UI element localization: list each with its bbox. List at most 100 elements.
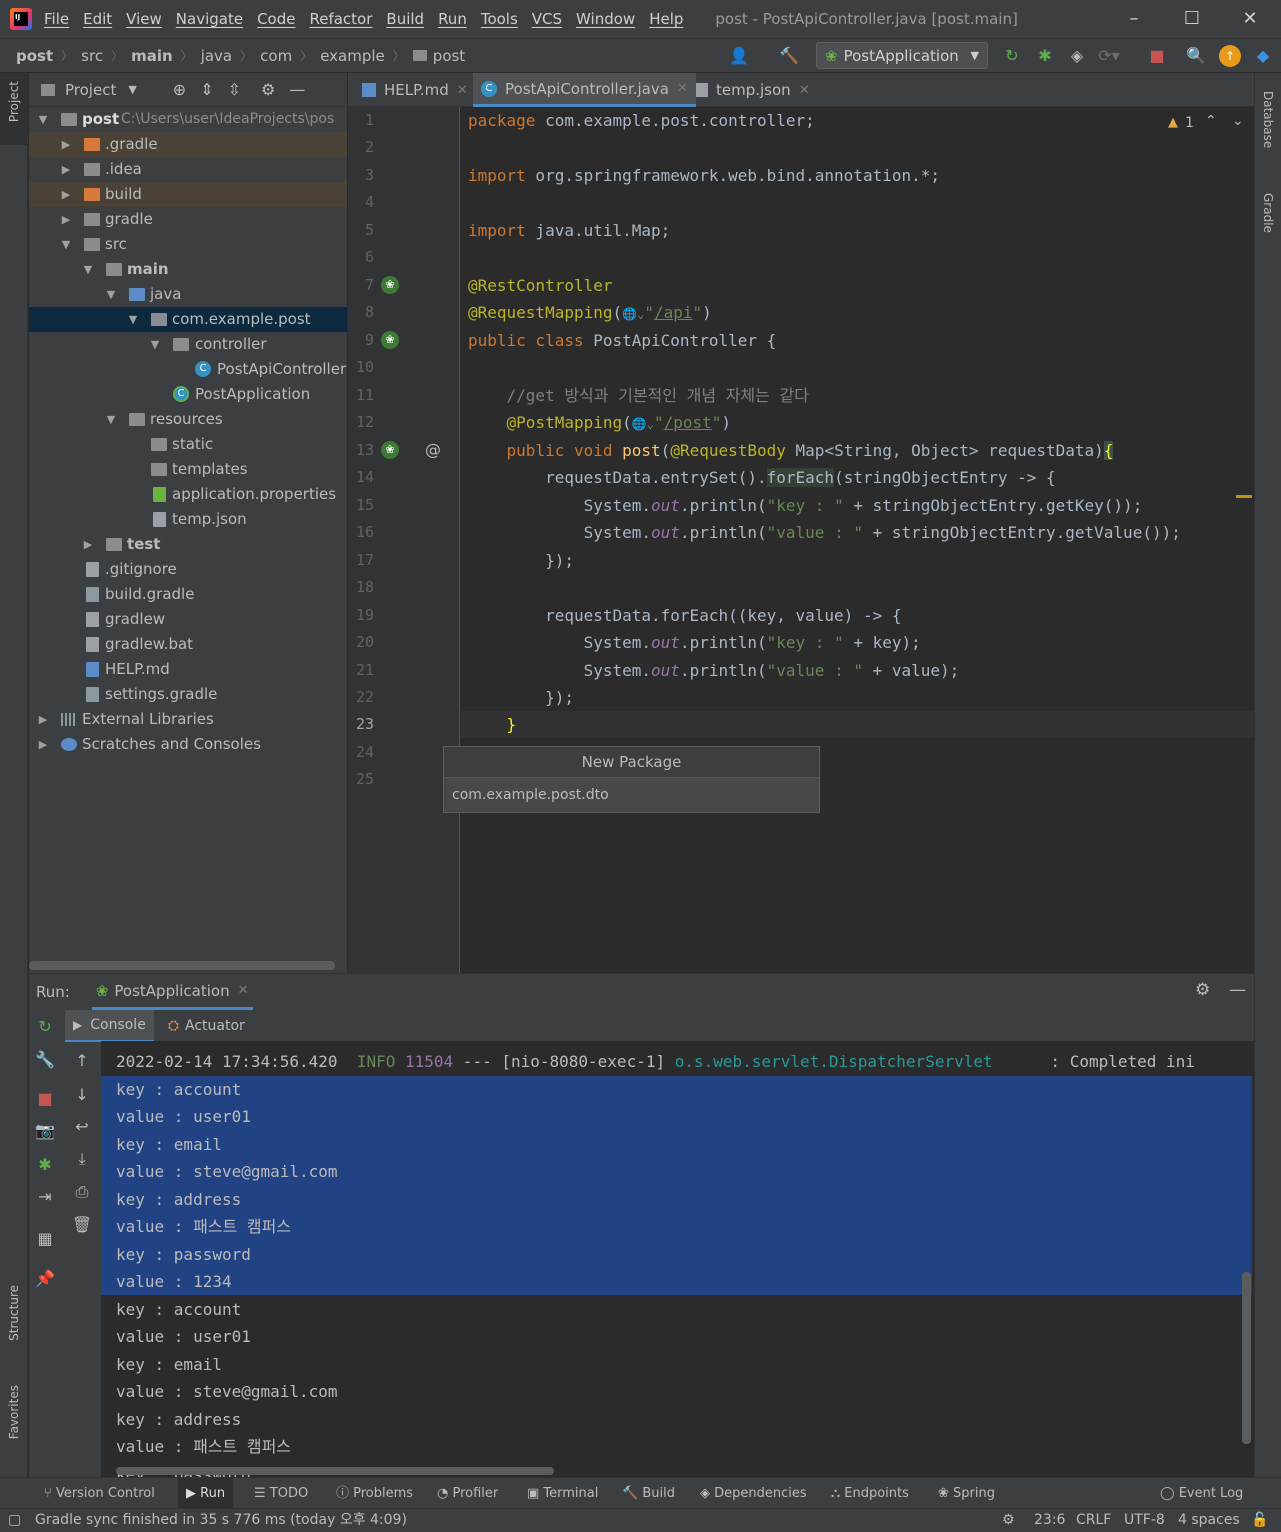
spring-bean-gutter-icon[interactable]: ❀ [381, 276, 399, 294]
tree-item[interactable]: ▼ resources [29, 407, 347, 432]
tree-item[interactable]: static [29, 432, 347, 457]
stop-icon[interactable]: ■ [1146, 45, 1168, 67]
package-name-input[interactable] [444, 778, 819, 812]
debug-icon[interactable]: ✱ [34, 1154, 56, 1176]
locate-icon[interactable]: ⊕ [173, 80, 186, 99]
database-tool-tab[interactable]: Database [1261, 91, 1275, 148]
console-vertical-scrollbar[interactable] [1242, 1272, 1251, 1444]
menu-vcs[interactable]: VCS [532, 10, 562, 28]
tab-actuator[interactable]: ⛭ Actuator [160, 1010, 253, 1042]
tree-item[interactable]: application.properties [29, 482, 347, 507]
wrench-icon[interactable]: 🔧 [34, 1049, 56, 1071]
tree-item[interactable]: ▶ test [29, 532, 347, 557]
tree-item[interactable]: ▼ controller [29, 332, 347, 357]
tree-item[interactable]: C PostApiController [29, 357, 347, 382]
menu-build[interactable]: Build [386, 10, 424, 28]
breadcrumb-post[interactable]: post [16, 47, 53, 65]
run-configuration-select[interactable]: ❀ PostApplication ▼ [816, 42, 988, 69]
file-encoding[interactable]: UTF-8 [1124, 1509, 1165, 1531]
collapse-all-icon[interactable]: ⇳ [228, 80, 241, 99]
tree-item[interactable]: ▼ java [29, 282, 347, 307]
breadcrumb-java[interactable]: java [201, 47, 232, 65]
close-icon[interactable]: ✕ [457, 83, 468, 98]
tool-spring[interactable]: ❀ Spring [938, 1478, 995, 1509]
tree-item[interactable]: C PostApplication [29, 382, 347, 407]
indent-setting[interactable]: 4 spaces [1178, 1509, 1240, 1531]
menu-view[interactable]: View [126, 10, 162, 28]
menu-run[interactable]: Run [438, 10, 467, 28]
tree-item[interactable]: ▶ gradle [29, 207, 347, 232]
update-icon[interactable]: ↑ [1219, 45, 1241, 67]
tree-item[interactable]: gradlew [29, 607, 347, 632]
tool-build[interactable]: 🔨 Build [622, 1478, 675, 1509]
spring-bean-gutter-icon[interactable]: ❀ [381, 331, 399, 349]
layout-icon[interactable]: ▦ [34, 1228, 56, 1250]
breadcrumb-main[interactable]: main [131, 47, 173, 65]
minimize-button[interactable]: – [1114, 6, 1154, 32]
tab-temp-json[interactable]: temp.json ✕ [688, 73, 818, 107]
chevron-down-icon[interactable]: ▼ [128, 83, 136, 96]
camera-icon[interactable]: 📷 [34, 1120, 56, 1142]
tree-item[interactable]: ▶ .gradle [29, 132, 347, 157]
tool-profiler[interactable]: ◔ Profiler [437, 1478, 498, 1509]
arrow-down-icon[interactable]: ↓ [71, 1084, 93, 1106]
horizontal-scrollbar[interactable] [29, 961, 335, 970]
tree-item-selected[interactable]: ▼ com.example.post [29, 307, 347, 332]
console-horizontal-scrollbar[interactable] [116, 1467, 554, 1475]
gear-icon[interactable]: ⚙ [1195, 980, 1210, 1000]
plugin-icon[interactable]: ◆ [1252, 45, 1274, 67]
breadcrumb-example[interactable]: example [320, 47, 385, 65]
tree-item[interactable]: ▶ build [29, 182, 347, 207]
maximize-button[interactable]: ☐ [1172, 6, 1212, 32]
chevron-up-icon[interactable]: ⌃ [1205, 113, 1217, 129]
menu-file[interactable]: File [44, 10, 69, 28]
hide-icon[interactable]: — [1229, 980, 1246, 1000]
build-hammer-icon[interactable]: 🔨 [778, 45, 800, 67]
tree-root-post[interactable]: ▼ post C:\Users\user\IdeaProjects\pos [29, 107, 347, 132]
tree-item[interactable]: HELP.md [29, 657, 347, 682]
structure-tool-tab[interactable]: Structure [7, 1285, 21, 1341]
tree-item[interactable]: ▼ main [29, 257, 347, 282]
tree-item[interactable]: ▶ External Libraries [29, 707, 347, 732]
tree-item[interactable]: temp.json [29, 507, 347, 532]
tab-console[interactable]: ▶ Console [65, 1010, 154, 1042]
menu-navigate[interactable]: Navigate [176, 10, 243, 28]
run-tab-post-application[interactable]: ❀ PostApplication ✕ [91, 974, 253, 1010]
menu-refactor[interactable]: Refactor [309, 10, 372, 28]
status-message[interactable]: Gradle sync finished in 35 s 776 ms (tod… [35, 1509, 407, 1531]
favorites-tool-tab[interactable]: Favorites [7, 1385, 21, 1439]
tool-version-control[interactable]: ⑂ Version Control [44, 1478, 155, 1509]
soft-wrap-icon[interactable]: ↩ [71, 1116, 93, 1138]
at-gutter-icon[interactable]: @ [425, 440, 441, 459]
status-panel-icon[interactable]: ▢ [8, 1509, 21, 1531]
chevron-down-icon[interactable]: ▼ [37, 107, 49, 132]
tree-item[interactable]: templates [29, 457, 347, 482]
project-tool-tab[interactable]: Project [7, 81, 21, 122]
close-icon[interactable]: ✕ [799, 83, 810, 98]
error-stripe-mark[interactable] [1236, 495, 1252, 498]
profile-icon[interactable]: ⟳▾ [1098, 45, 1120, 67]
menu-code[interactable]: Code [257, 10, 295, 28]
background-tasks-icon[interactable]: ⚙ [1002, 1509, 1015, 1531]
print-icon[interactable]: ⎙ [71, 1181, 93, 1203]
exit-icon[interactable]: ⇥ [34, 1186, 56, 1208]
close-icon[interactable]: ✕ [677, 81, 688, 96]
coverage-icon[interactable]: ◈ [1066, 45, 1088, 67]
warning-icon[interactable]: ▲ [1168, 115, 1178, 130]
menu-tools[interactable]: Tools [481, 10, 518, 28]
breadcrumb-com[interactable]: com [260, 47, 292, 65]
tree-item[interactable]: ▶ .idea [29, 157, 347, 182]
tree-item[interactable]: gradlew.bat [29, 632, 347, 657]
menu-help[interactable]: Help [649, 10, 683, 28]
search-icon[interactable]: 🔍 [1185, 45, 1207, 67]
menu-window[interactable]: Window [576, 10, 635, 28]
arrow-up-icon[interactable]: ↑ [71, 1050, 93, 1072]
tree-item[interactable]: settings.gradle [29, 682, 347, 707]
scroll-to-end-icon[interactable]: ⤓ [71, 1148, 93, 1170]
trash-icon[interactable]: 🗑 [71, 1214, 93, 1236]
tab-post-api-controller[interactable]: C PostApiController.java ✕ [473, 73, 696, 107]
breadcrumb-post-package[interactable]: post [433, 47, 465, 65]
tool-problems[interactable]: ⓘ Problems [336, 1478, 413, 1509]
tree-item[interactable]: ▶ Scratches and Consoles [29, 732, 347, 757]
line-separator[interactable]: CRLF [1076, 1509, 1111, 1531]
